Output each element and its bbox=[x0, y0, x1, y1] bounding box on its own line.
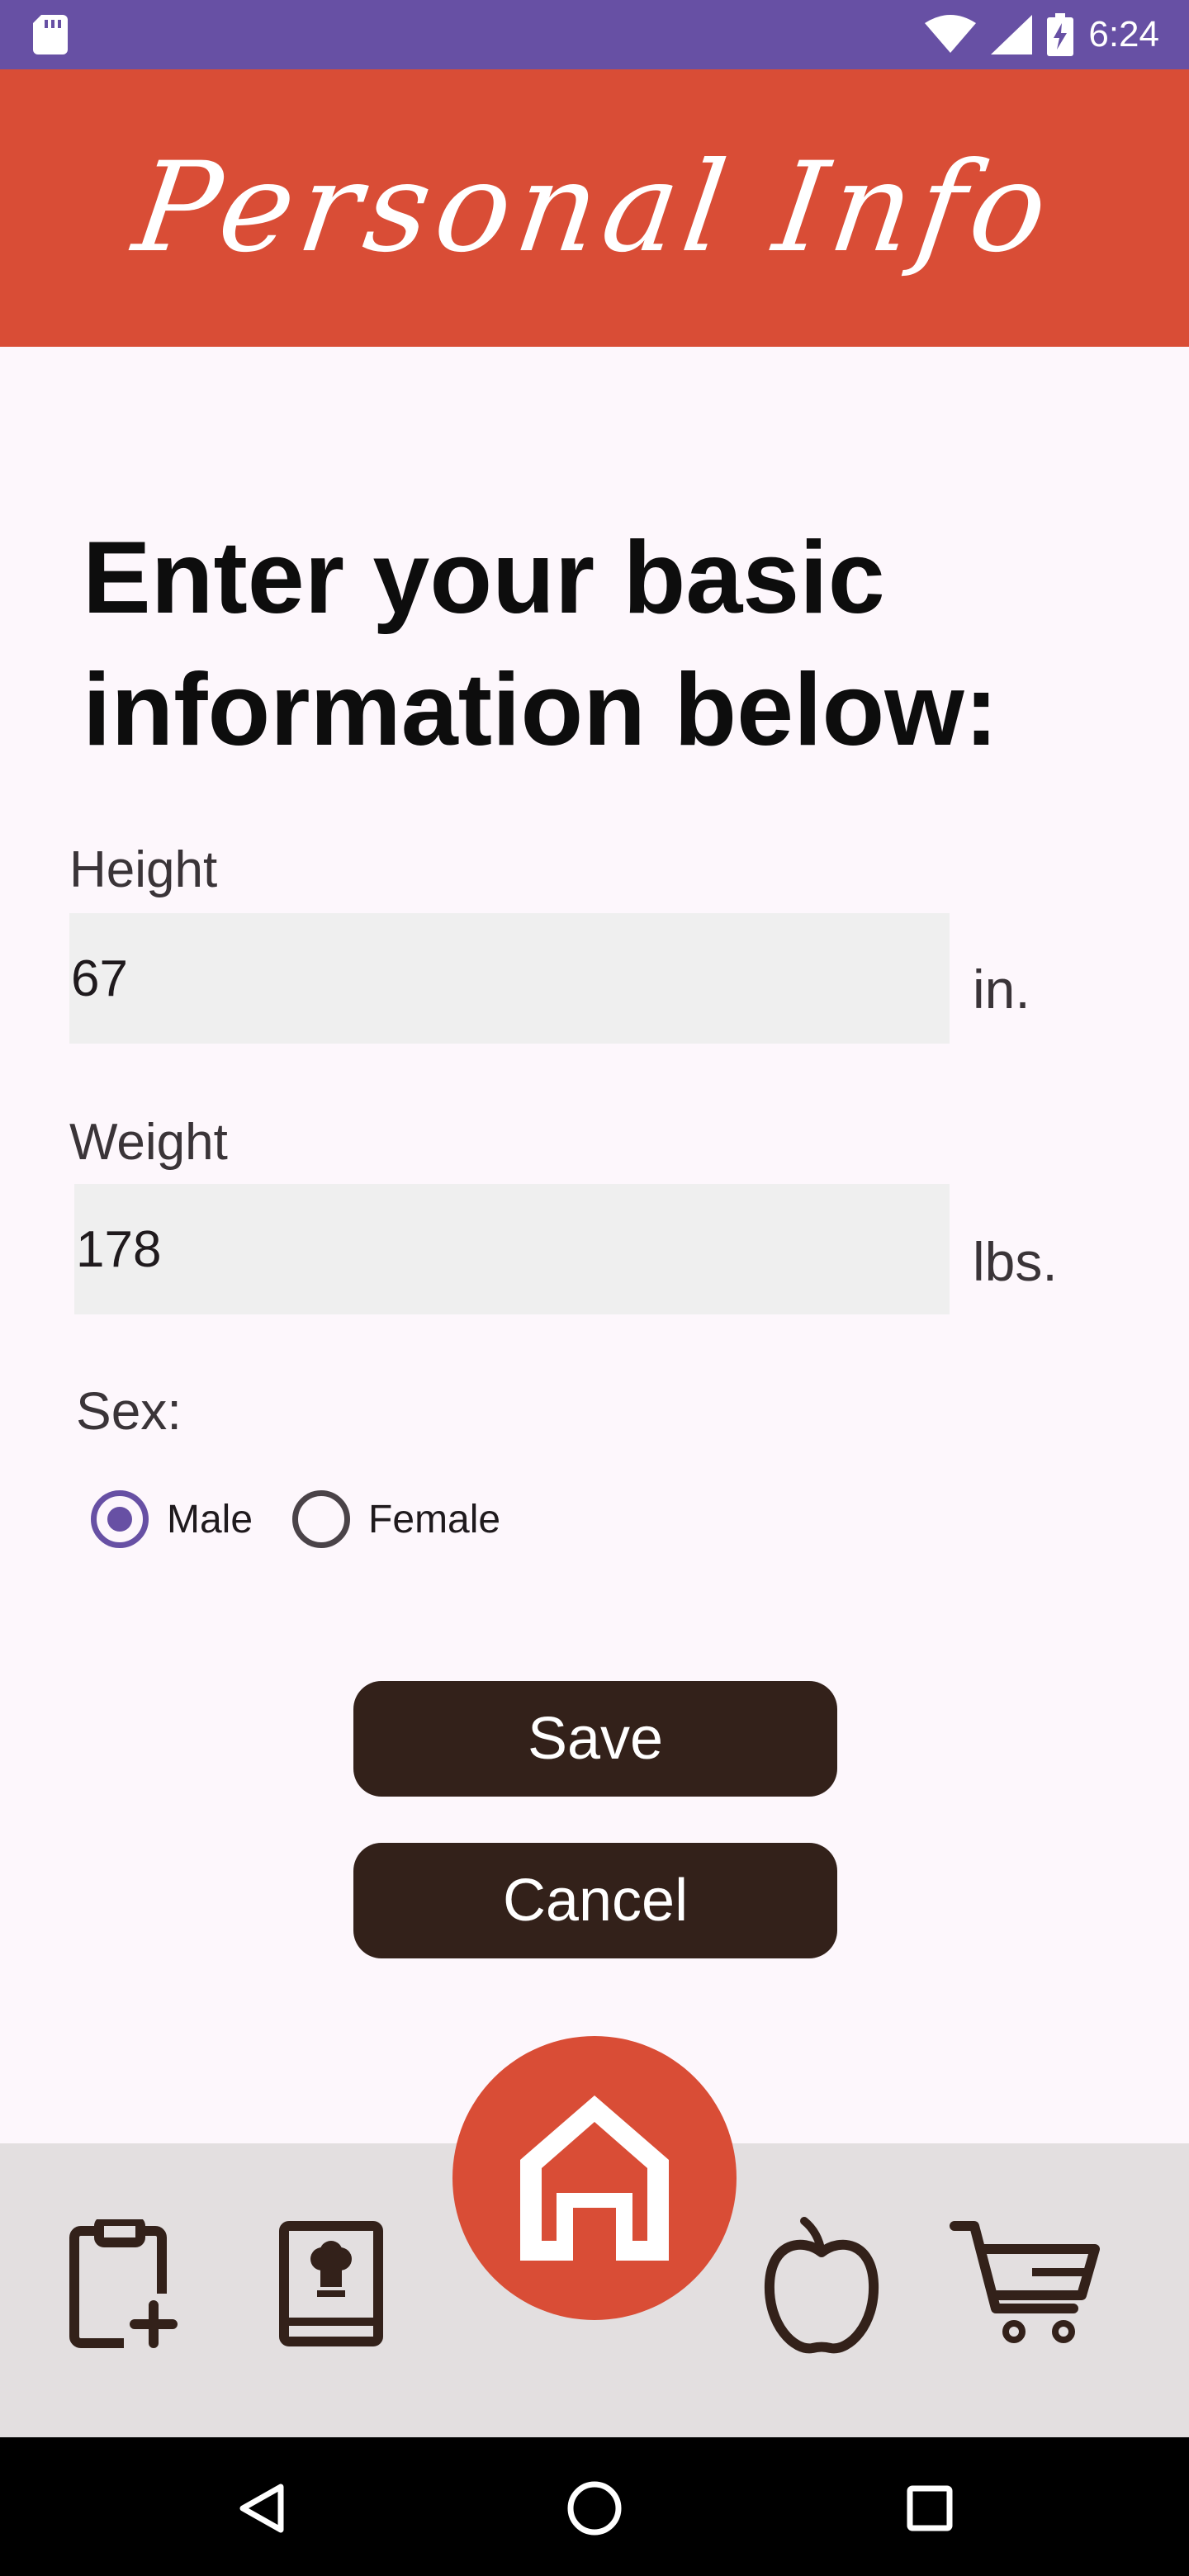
system-nav-bar bbox=[0, 2437, 1189, 2576]
weight-input[interactable]: 178 bbox=[74, 1184, 950, 1314]
home-button[interactable] bbox=[452, 2036, 737, 2320]
app-bar: Personal Info bbox=[0, 69, 1189, 347]
app-title: Personal Info bbox=[126, 136, 1063, 280]
battery-icon bbox=[1047, 13, 1074, 56]
home-icon bbox=[520, 2095, 669, 2261]
wifi-icon bbox=[925, 15, 977, 53]
height-label: Height bbox=[69, 841, 218, 898]
radio-male-indicator[interactable] bbox=[91, 1490, 149, 1548]
signal-icon bbox=[991, 15, 1033, 54]
height-unit: in. bbox=[973, 959, 1030, 1020]
radio-male-label[interactable]: Male bbox=[167, 1497, 253, 1542]
radio-female[interactable]: Female bbox=[292, 1490, 500, 1548]
radio-female-indicator[interactable] bbox=[292, 1490, 351, 1548]
weight-label: Weight bbox=[69, 1114, 228, 1171]
recents-icon[interactable] bbox=[907, 2485, 953, 2531]
cancel-button[interactable]: Cancel bbox=[353, 1843, 837, 1958]
page-heading: Enter your basic information below: bbox=[83, 521, 999, 767]
weight-unit: lbs. bbox=[973, 1231, 1058, 1292]
shopping-cart-icon[interactable] bbox=[950, 2216, 1103, 2348]
sd-card-icon bbox=[33, 15, 68, 54]
apple-icon[interactable] bbox=[761, 2213, 882, 2355]
radio-female-label[interactable]: Female bbox=[368, 1497, 500, 1542]
status-bar: 6:24 bbox=[0, 0, 1189, 69]
back-icon[interactable] bbox=[236, 2482, 287, 2535]
status-time: 6:24 bbox=[1088, 14, 1159, 54]
height-input[interactable]: 67 bbox=[69, 913, 950, 1044]
radio-male[interactable]: Male bbox=[91, 1490, 253, 1548]
clipboard-add-icon[interactable] bbox=[66, 2219, 178, 2348]
sex-label: Sex: bbox=[76, 1381, 182, 1441]
sex-radio-group: Male Female bbox=[91, 1486, 540, 1552]
home-nav-icon[interactable] bbox=[566, 2480, 623, 2536]
recipe-book-icon[interactable] bbox=[277, 2219, 385, 2348]
save-button[interactable]: Save bbox=[353, 1681, 837, 1797]
